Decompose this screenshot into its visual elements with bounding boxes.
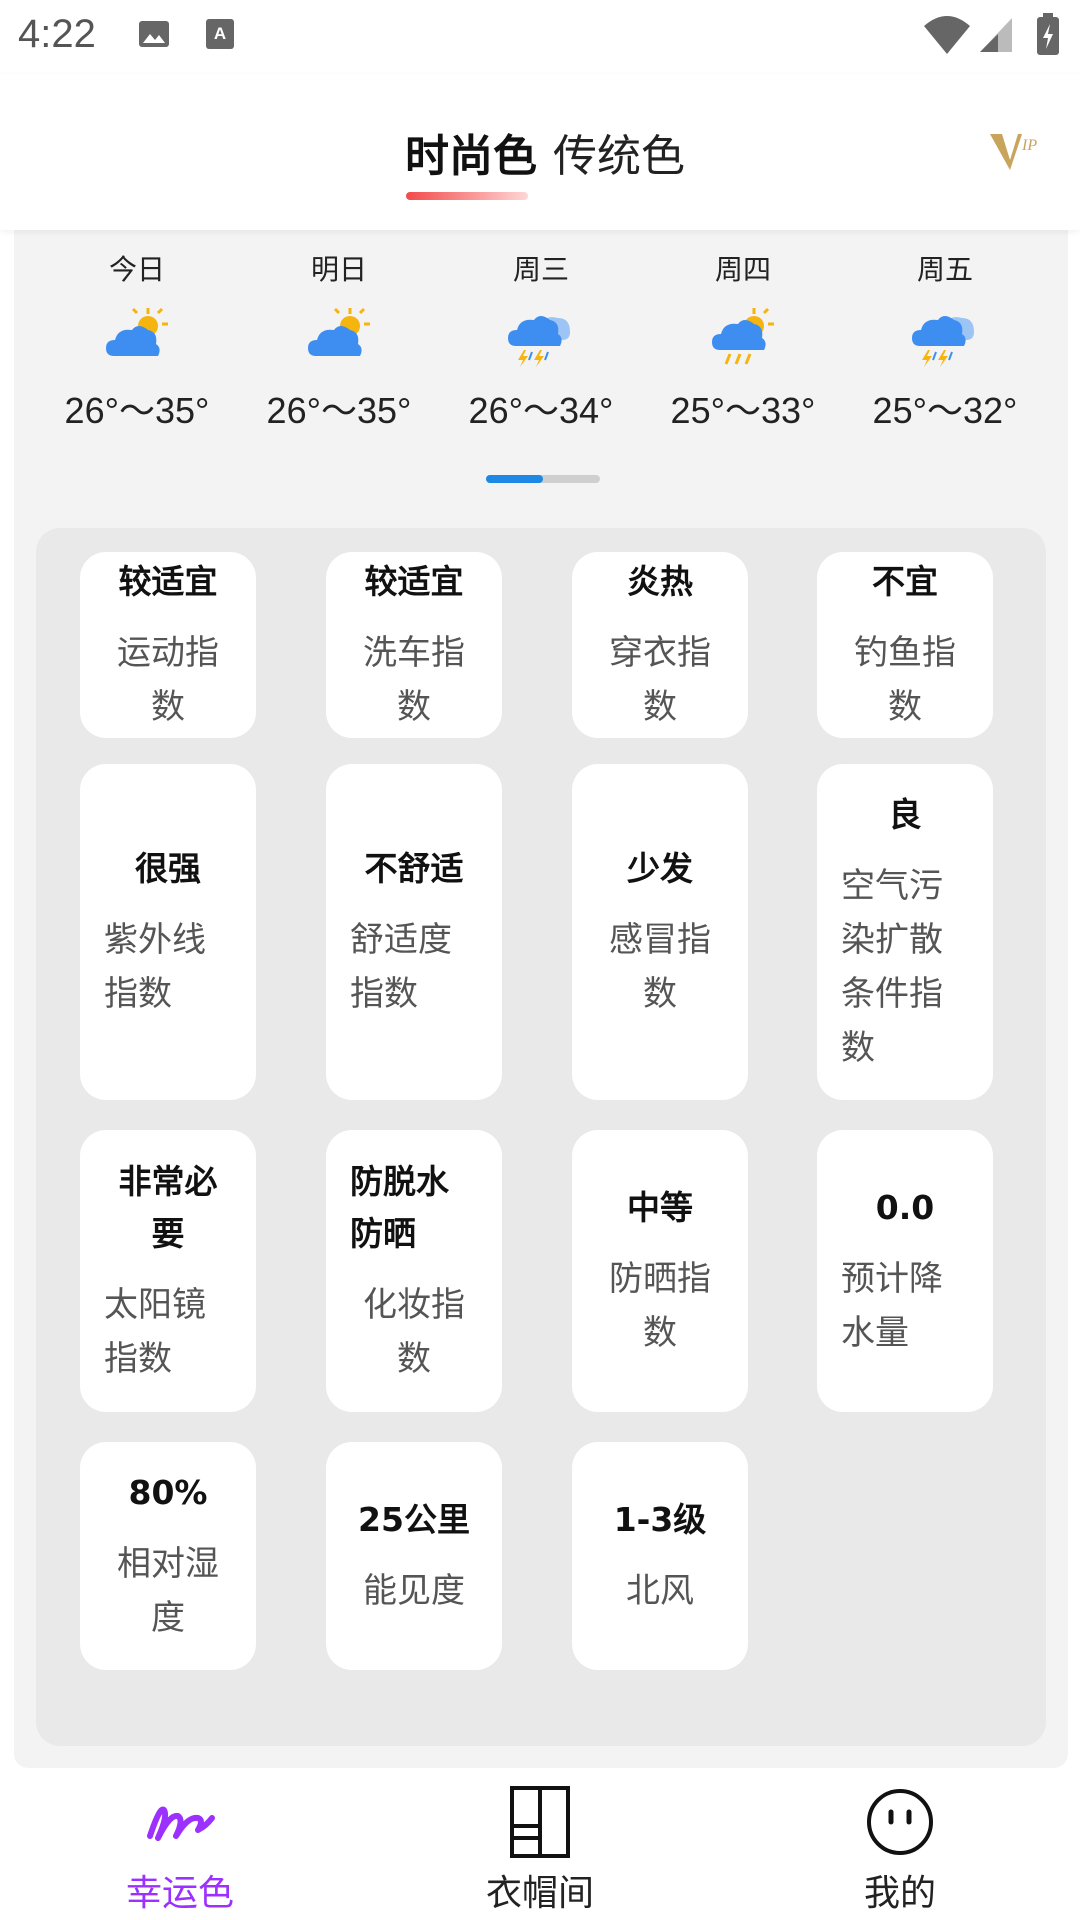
index-card-dressing[interactable]: 炎热 穿衣指数 <box>572 552 748 738</box>
active-tab-indicator <box>406 192 528 200</box>
index-value: 炎热 <box>627 562 693 601</box>
forecast-day-label: 周四 <box>714 253 771 286</box>
forecast-strip[interactable]: 今日 26°～35° 明日 26°～35° 周三 26°～34° 周四 25°～… <box>14 230 1068 490</box>
index-card-sunscreen[interactable]: 中等 防晒指数 <box>572 1130 748 1412</box>
forecast-day: 周四 25°～33° <box>643 248 843 434</box>
index-value: 0.0 <box>875 1188 935 1227</box>
index-value: 不舒适 <box>364 849 464 888</box>
index-label: 舒适度指数 <box>350 920 452 1014</box>
partly-cloudy-sun-icon <box>308 307 370 356</box>
index-card-makeup[interactable]: 防脱水防晒 化妆指数 <box>326 1130 502 1412</box>
forecast-day-label: 今日 <box>108 253 165 286</box>
index-value: 中等 <box>627 1188 693 1227</box>
index-value: 较适宜 <box>118 562 218 601</box>
index-card-comfort[interactable]: 不舒适 舒适度指数 <box>326 764 502 1100</box>
index-label: 能见度 <box>363 1571 465 1611</box>
life-index-grid: 较适宜 运动指数 较适宜 洗车指数 炎热 穿衣指数 不宜 钓鱼指数 很强 紫外线… <box>36 528 1046 1746</box>
index-label: 相对湿度 <box>117 1544 219 1638</box>
cellular-signal-icon <box>980 18 1012 52</box>
index-label: 洗车指数 <box>363 633 465 727</box>
index-card-wind[interactable]: 1-3级 北风 <box>572 1442 748 1670</box>
battery-charging-icon <box>1037 13 1059 55</box>
nav-wardrobe[interactable]: 衣帽间 <box>440 1786 640 1916</box>
index-value: 80% <box>128 1473 208 1512</box>
wardrobe-icon <box>510 1786 570 1858</box>
index-value: 良 <box>888 795 922 834</box>
index-value: 25公里 <box>358 1500 470 1539</box>
nav-mine[interactable]: 我的 <box>800 1786 1000 1916</box>
index-card-visibility[interactable]: 25公里 能见度 <box>326 1442 502 1670</box>
nav-lucky-color[interactable]: 幸运色 <box>80 1786 280 1916</box>
tab-traditional-color[interactable]: 传统色 <box>553 120 685 184</box>
forecast-day: 明日 26°～35° <box>239 248 439 434</box>
index-label: 预计降水量 <box>841 1259 943 1353</box>
thunderstorm-icon <box>912 316 974 367</box>
image-notification-icon <box>139 21 169 47</box>
forecast-day-label: 周三 <box>512 253 569 286</box>
bottom-navigation: 幸运色 衣帽间 我的 <box>0 1768 1080 1920</box>
forecast-day: 今日 26°～35° <box>37 248 237 434</box>
smiley-face-icon <box>867 1789 933 1855</box>
top-header: 时尚色 传统色 IP <box>0 74 1080 230</box>
index-label: 运动指数 <box>117 633 219 727</box>
forecast-day-label: 周五 <box>916 253 973 286</box>
index-label: 钓鱼指数 <box>854 633 956 727</box>
nav-label: 衣帽间 <box>485 1873 594 1914</box>
nav-label: 幸运色 <box>125 1873 234 1914</box>
wifi-icon <box>924 16 970 54</box>
nav-label: 我的 <box>863 1873 936 1914</box>
forecast-day: 周五 25°～32° <box>845 248 1045 434</box>
index-value: 1-3级 <box>613 1500 707 1539</box>
index-card-carwash[interactable]: 较适宜 洗车指数 <box>326 552 502 738</box>
forecast-day-label: 明日 <box>310 253 367 286</box>
vip-icon[interactable]: IP <box>988 126 1038 172</box>
index-card-sunglasses[interactable]: 非常必要 太阳镜指数 <box>80 1130 256 1412</box>
forecast-pager-indicator <box>486 475 543 483</box>
index-card-air-pollution[interactable]: 良 空气污染扩散条件指数 <box>817 764 993 1100</box>
index-card-humidity[interactable]: 80% 相对湿度 <box>80 1442 256 1670</box>
index-label: 化妆指数 <box>363 1285 465 1379</box>
forecast-temp: 25°～32° <box>872 390 1018 431</box>
weather-panel: 今日 26°～35° 明日 26°～35° 周三 26°～34° 周四 25°～… <box>14 230 1068 1768</box>
index-card-fishing[interactable]: 不宜 钓鱼指数 <box>817 552 993 738</box>
index-value: 少发 <box>627 849 693 888</box>
svg-text:A: A <box>214 24 226 43</box>
index-label: 北风 <box>626 1571 694 1611</box>
forecast-temp: 26°～35° <box>266 390 412 431</box>
index-card-precipitation[interactable]: 0.0 预计降水量 <box>817 1130 993 1412</box>
forecast-temp: 26°～35° <box>64 390 210 431</box>
status-bar: 4:22 A <box>0 0 1080 74</box>
index-label: 感冒指数 <box>609 920 711 1014</box>
forecast-day: 周三 26°～34° <box>441 248 641 434</box>
keyboard-notification-icon: A <box>206 19 234 49</box>
index-value: 不宜 <box>872 562 938 601</box>
forecast-temp: 26°～34° <box>468 390 614 431</box>
svg-text:IP: IP <box>1021 137 1037 154</box>
partly-cloudy-sun-icon <box>106 307 168 356</box>
index-card-sport[interactable]: 较适宜 运动指数 <box>80 552 256 738</box>
index-card-cold[interactable]: 少发 感冒指数 <box>572 764 748 1100</box>
index-label: 防晒指数 <box>609 1259 711 1353</box>
index-label: 空气污染扩散条件指数 <box>841 866 943 1068</box>
tab-fashion-color[interactable]: 时尚色 <box>405 120 537 184</box>
index-value: 较适宜 <box>364 562 464 601</box>
forecast-pager <box>486 475 600 483</box>
index-card-uv[interactable]: 很强 紫外线指数 <box>80 764 256 1100</box>
index-label: 紫外线指数 <box>104 920 206 1014</box>
forecast-temp: 25°～33° <box>670 390 816 431</box>
sun-rain-icon <box>712 307 774 365</box>
lucky-color-icon <box>147 1806 215 1841</box>
thunderstorm-icon <box>508 316 570 367</box>
index-value: 防脱水防晒 <box>350 1162 449 1253</box>
status-time: 4:22 <box>18 12 96 56</box>
index-label: 穿衣指数 <box>609 633 711 727</box>
index-value: 非常必要 <box>118 1162 218 1253</box>
index-value: 很强 <box>135 849 201 888</box>
index-label: 太阳镜指数 <box>104 1285 206 1379</box>
